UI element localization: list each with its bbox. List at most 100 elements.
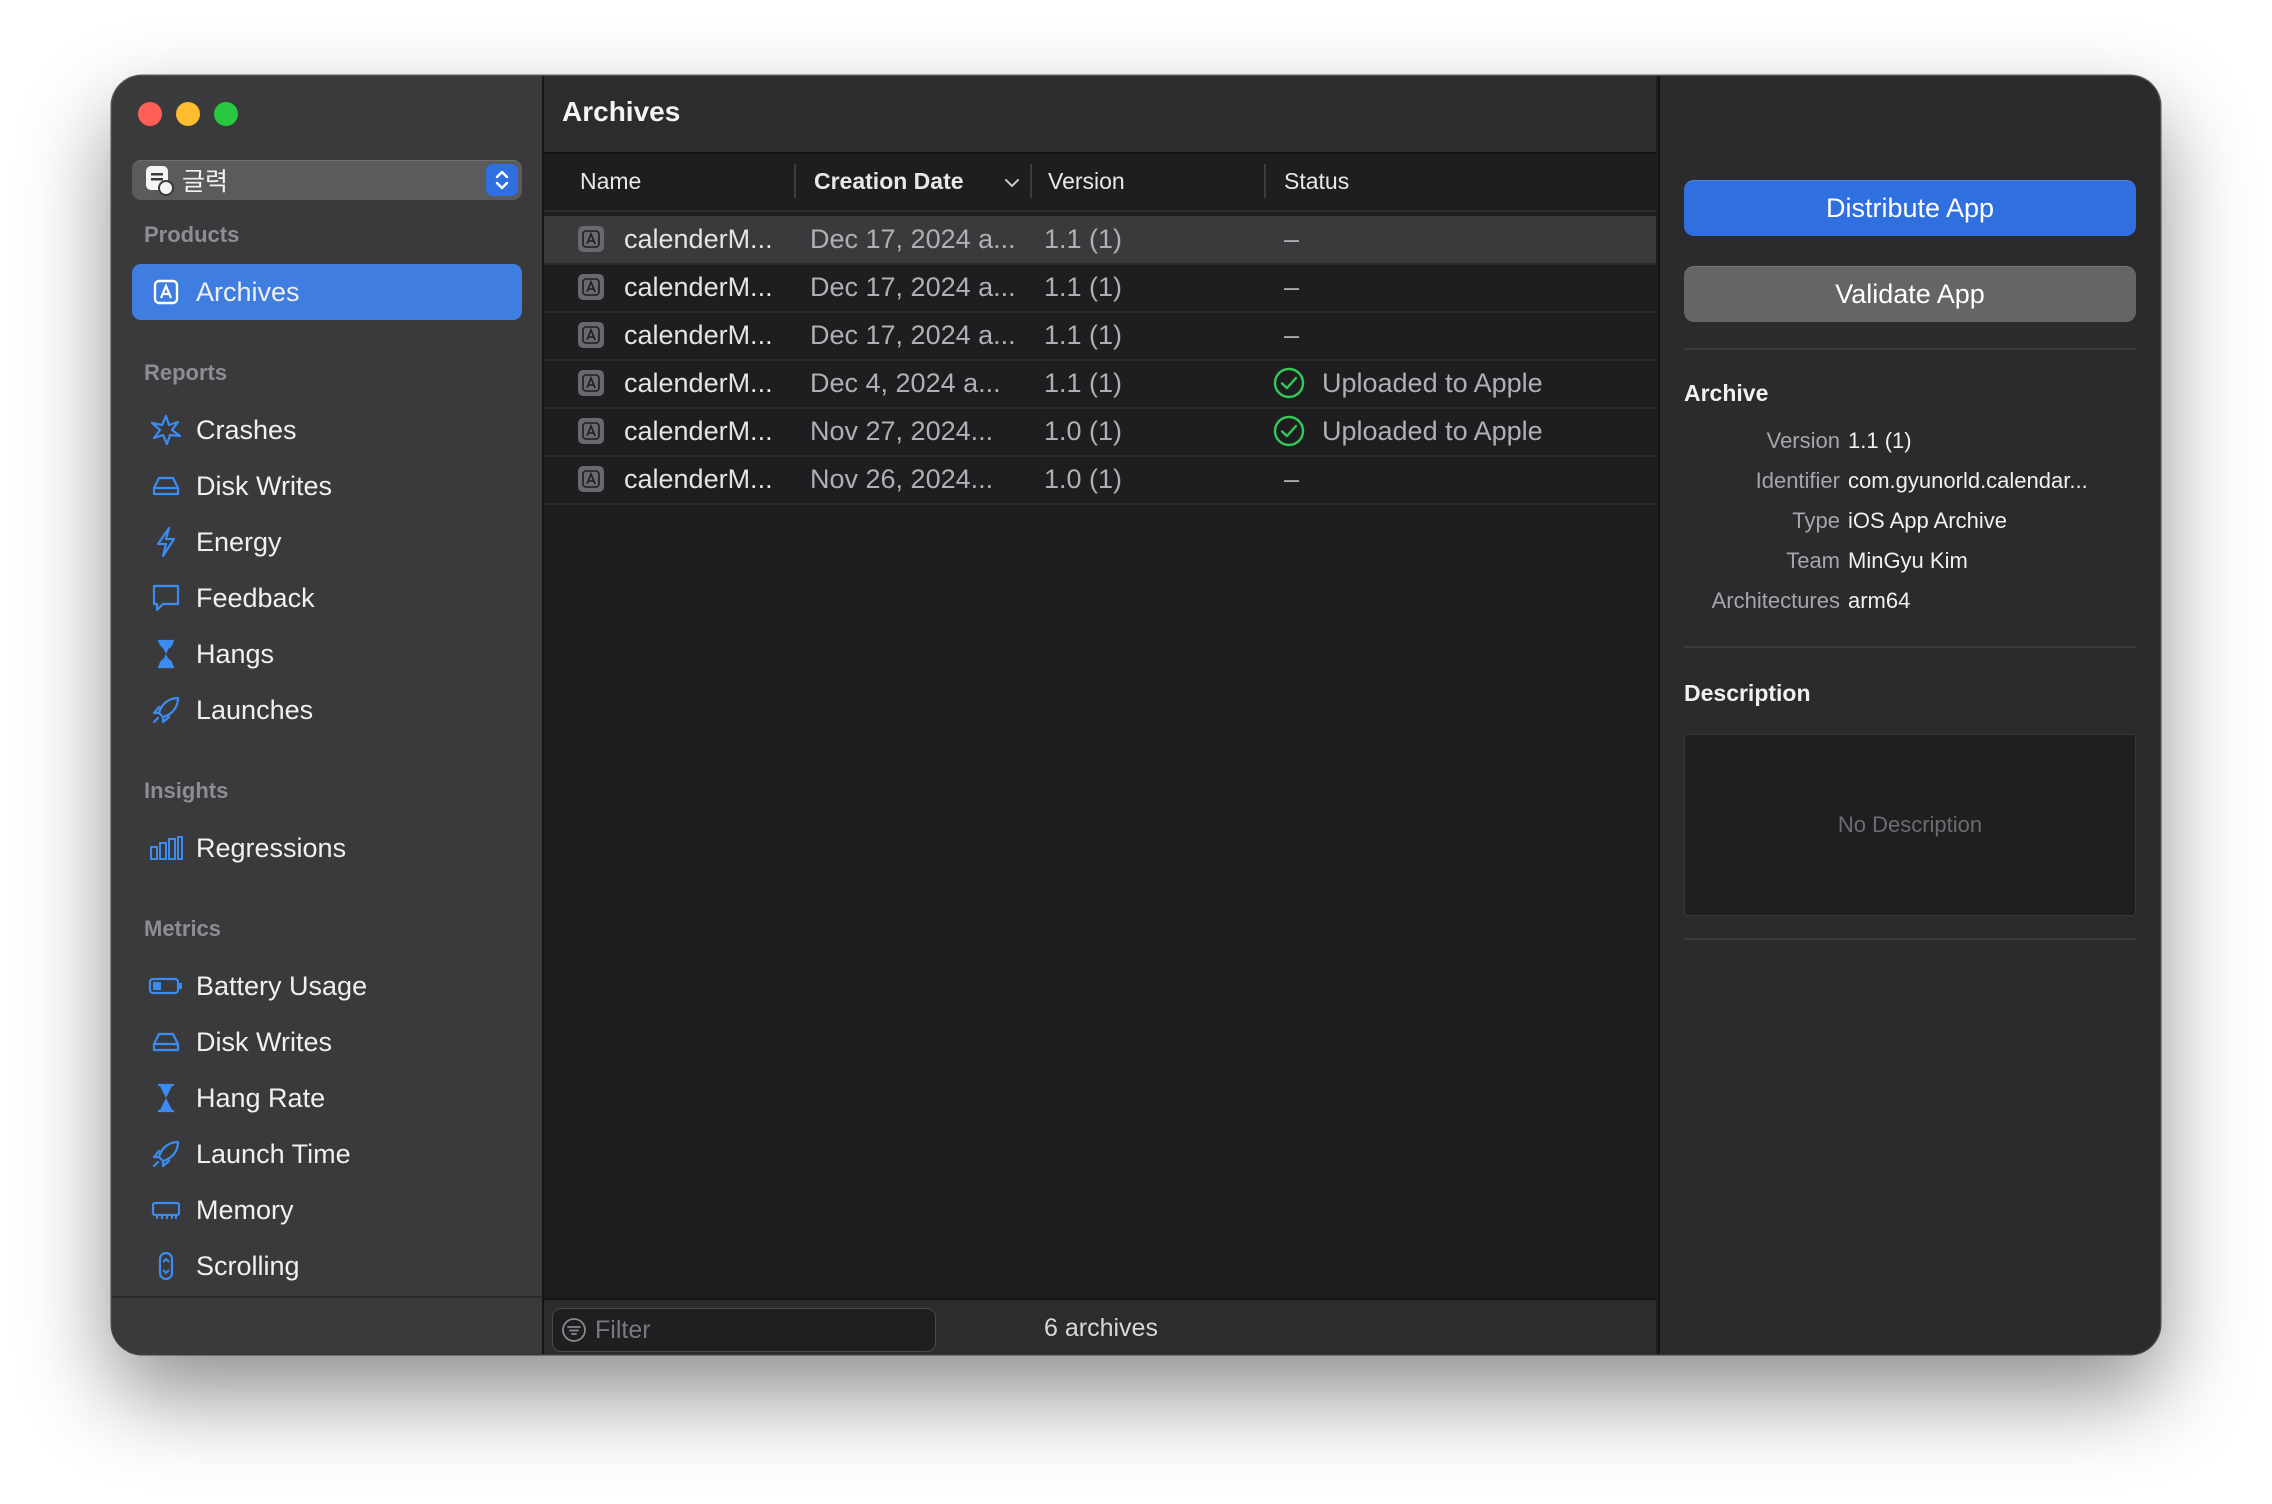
field-value: arm64 — [1848, 588, 1911, 613]
column-header-version[interactable]: Version — [1048, 168, 1125, 195]
archive-name: calenderM... — [624, 224, 773, 254]
field-value: MinGyu Kim — [1848, 548, 1968, 573]
window-controls — [138, 102, 238, 126]
rocket-icon — [148, 692, 184, 728]
sidebar: 글력 Products Archives Reports Crashes Dis… — [112, 76, 544, 1354]
checkmark-circle-icon — [1273, 415, 1305, 447]
sidebar-item-crashes[interactable]: Crashes — [132, 402, 522, 458]
sidebar-item-energy[interactable]: Energy — [132, 514, 522, 570]
archive-field-team: Team MinGyu Kim — [1660, 548, 2160, 584]
column-divider[interactable] — [1264, 164, 1266, 198]
sidebar-item-archives[interactable]: Archives — [132, 264, 522, 320]
sidebar-item-label: Launches — [196, 694, 314, 725]
chevron-updown-icon[interactable] — [486, 164, 518, 196]
checkmark-circle-icon — [1273, 367, 1305, 399]
column-divider[interactable] — [1030, 164, 1032, 198]
sidebar-item-label: Energy — [196, 526, 282, 557]
column-header-status[interactable]: Status — [1284, 168, 1349, 195]
archive-date: Nov 27, 2024... — [810, 416, 994, 446]
archive-name: calenderM... — [624, 272, 773, 302]
section-header-products: Products — [144, 222, 240, 247]
app-selector-label: 글력 — [182, 168, 229, 196]
field-value: com.gyunorld.calendar... — [1848, 468, 2088, 493]
archive-date: Dec 17, 2024 a... — [810, 272, 1016, 302]
disk-icon — [148, 1024, 184, 1060]
field-value: 1.1 (1) — [1848, 428, 1912, 453]
archive-status: – — [1284, 272, 1300, 302]
description-placeholder: No Description — [1837, 812, 1983, 837]
sidebar-item-battery-usage[interactable]: Battery Usage — [132, 958, 522, 1014]
column-header-name[interactable]: Name — [580, 168, 641, 195]
archive-date: Nov 26, 2024... — [810, 464, 994, 494]
sidebar-item-launch-time[interactable]: Launch Time — [132, 1126, 522, 1182]
field-label: Identifier — [1755, 468, 1840, 493]
close-window-button[interactable] — [138, 102, 162, 126]
field-value: iOS App Archive — [1848, 508, 2007, 533]
minimize-window-button[interactable] — [176, 102, 200, 126]
table-row[interactable]: calenderM... Nov 26, 2024... 1.0 (1) – — [544, 456, 1656, 505]
archive-file-icon — [578, 322, 604, 348]
table-header: Name Creation Date Version Status — [544, 154, 1656, 212]
field-label: Architectures — [1711, 588, 1840, 613]
hourglass-icon — [148, 1080, 184, 1116]
table-row[interactable]: calenderM... Nov 27, 2024... 1.0 (1) Upl… — [544, 408, 1656, 457]
section-header-metrics: Metrics — [144, 916, 222, 941]
scroll-icon — [148, 1248, 184, 1284]
sort-descending-chevron-icon[interactable] — [1004, 178, 1020, 188]
sidebar-item-feedback[interactable]: Feedback — [132, 570, 522, 626]
memory-chip-icon — [148, 1192, 184, 1228]
archive-date: Dec 17, 2024 a... — [810, 320, 1016, 350]
zoom-window-button[interactable] — [214, 102, 238, 126]
crash-burst-icon — [148, 412, 184, 448]
page-title: Archives — [562, 96, 681, 127]
archive-file-icon — [578, 466, 604, 492]
hourglass-icon — [148, 636, 184, 672]
sidebar-item-memory[interactable]: Memory — [132, 1182, 522, 1238]
archive-name: calenderM... — [624, 464, 773, 494]
archive-status: Uploaded to Apple — [1322, 368, 1543, 398]
sidebar-item-label: Feedback — [196, 582, 315, 613]
archive-field-version: Version 1.1 (1) — [1660, 428, 2160, 464]
description-section-title: Description — [1684, 680, 1811, 706]
app-selector-popup[interactable]: 글력 — [132, 160, 522, 200]
archive-field-identifier: Identifier com.gyunorld.calendar... — [1660, 468, 2160, 504]
sidebar-item-hang-rate[interactable]: Hang Rate — [132, 1070, 522, 1126]
table-row[interactable]: calenderM... Dec 17, 2024 a... 1.1 (1) – — [544, 264, 1656, 313]
list-footer: 6 archives — [544, 1298, 1656, 1354]
battery-icon — [148, 968, 184, 1004]
description-field[interactable]: No Description — [1684, 734, 2136, 916]
divider — [1684, 646, 2136, 648]
sidebar-item-metric-disk-writes[interactable]: Disk Writes — [132, 1014, 522, 1070]
table-row[interactable]: calenderM... Dec 17, 2024 a... 1.1 (1) – — [544, 312, 1656, 361]
archive-status: Uploaded to Apple — [1322, 416, 1543, 446]
rocket-icon — [148, 1136, 184, 1172]
archive-file-icon — [578, 418, 604, 444]
filter-input[interactable] — [593, 1314, 917, 1346]
archive-name: calenderM... — [624, 320, 773, 350]
archive-version: 1.0 (1) — [1044, 416, 1123, 446]
validate-app-button[interactable]: Validate App — [1684, 266, 2136, 322]
distribute-app-button[interactable]: Distribute App — [1684, 180, 2136, 236]
bar-chart-icon — [148, 830, 184, 866]
sidebar-footer — [112, 1296, 542, 1298]
sidebar-item-launches[interactable]: Launches — [132, 682, 522, 738]
column-header-creation-date[interactable]: Creation Date — [814, 168, 964, 195]
section-header-insights: Insights — [144, 778, 229, 803]
section-header-reports: Reports — [144, 360, 228, 385]
archive-section-title: Archive — [1684, 380, 1769, 406]
sidebar-item-scrolling[interactable]: Scrolling — [132, 1238, 522, 1294]
archive-name: calenderM... — [624, 416, 773, 446]
archive-icon — [148, 274, 184, 310]
sidebar-item-label: Disk Writes — [196, 1026, 333, 1057]
field-label: Type — [1792, 508, 1840, 533]
filter-field[interactable] — [552, 1308, 936, 1352]
archive-count: 6 archives — [1044, 1314, 1158, 1342]
table-row[interactable]: calenderM... Dec 4, 2024 a... 1.1 (1) Up… — [544, 360, 1656, 409]
sidebar-item-hangs[interactable]: Hangs — [132, 626, 522, 682]
column-divider[interactable] — [794, 164, 796, 198]
sidebar-item-label: Hang Rate — [196, 1082, 326, 1113]
table-row[interactable]: calenderM... Dec 17, 2024 a... 1.1 (1) – — [544, 216, 1656, 265]
sidebar-item-disk-writes[interactable]: Disk Writes — [132, 458, 522, 514]
organizer-window: 글력 Products Archives Reports Crashes Dis… — [112, 76, 2160, 1354]
sidebar-item-regressions[interactable]: Regressions — [132, 820, 522, 876]
